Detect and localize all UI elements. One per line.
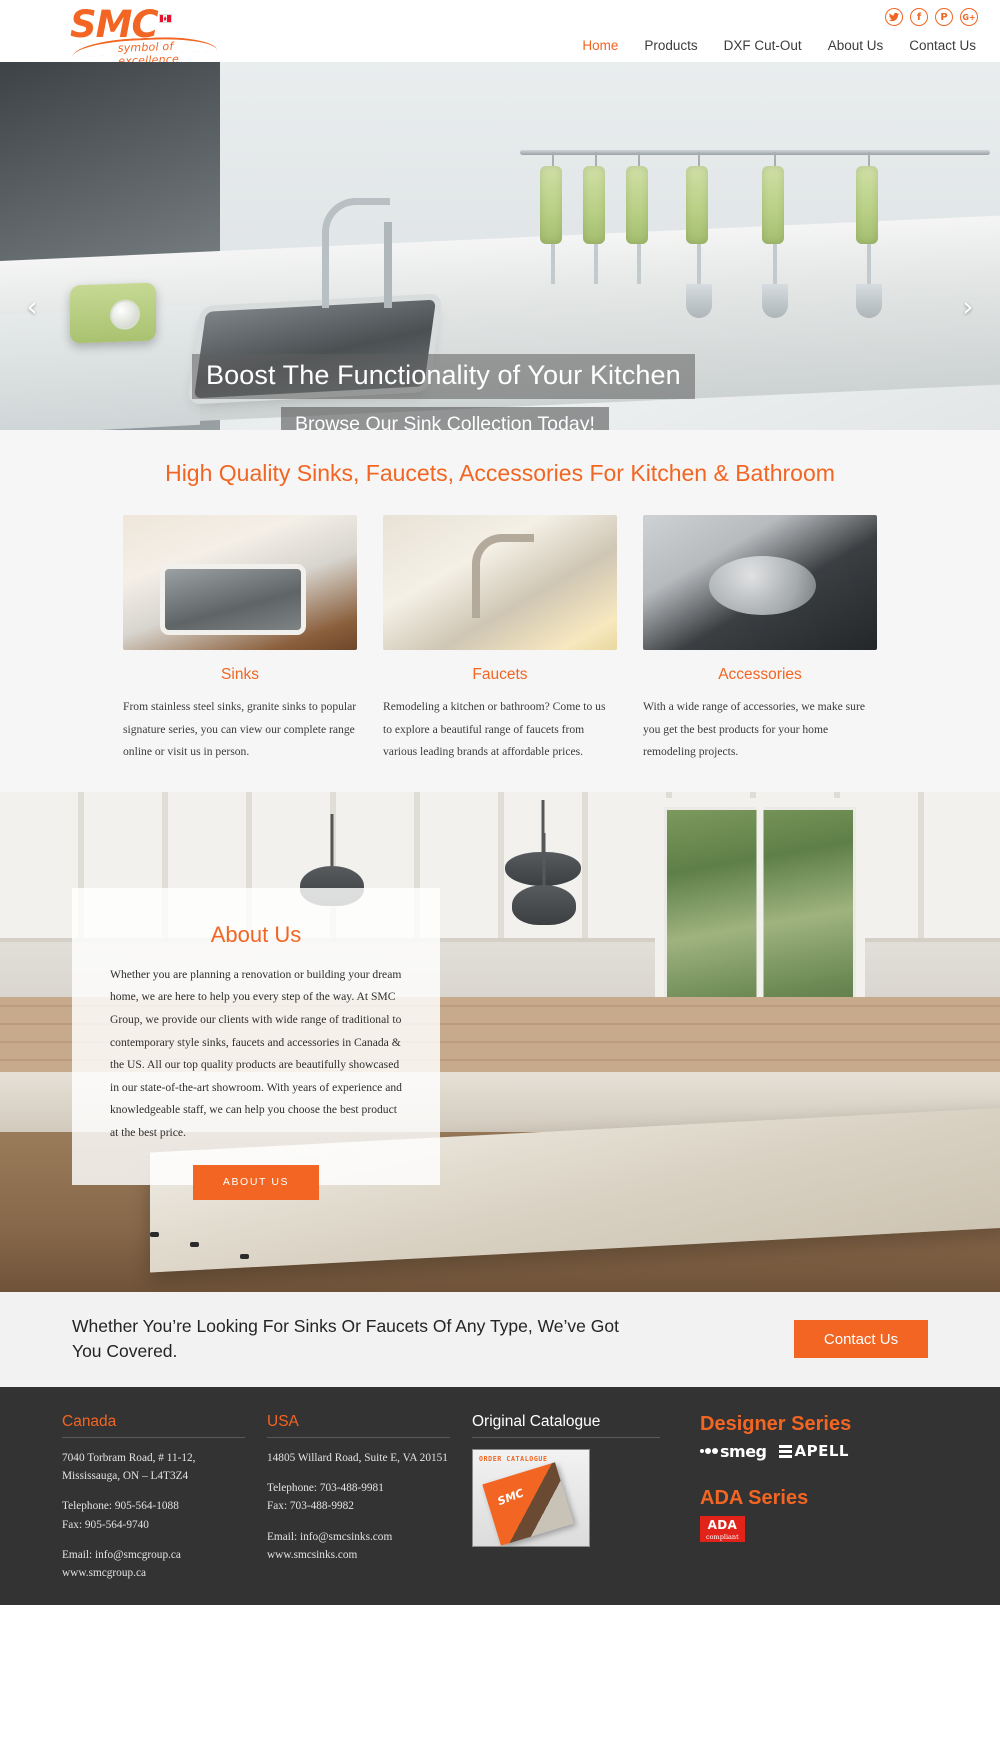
apell-logo-icon[interactable]: APELL — [778, 1442, 849, 1461]
hero-headline: Boost The Functionality of Your Kitchen — [192, 354, 695, 399]
nav-item-about-us[interactable]: About Us — [828, 38, 884, 53]
catalogue-heading: Original Catalogue — [472, 1413, 660, 1438]
products-section: High Quality Sinks, Faucets, Accessories… — [0, 430, 1000, 792]
canada-heading: Canada — [62, 1413, 245, 1438]
ada-badge-top: ADA — [707, 1517, 738, 1532]
page-root: SMC symbol of excellence f P G+ Home Pro… — [0, 0, 1000, 1750]
accessories-description: With a wide range of accessories, we mak… — [643, 700, 865, 759]
sinks-thumbnail[interactable] — [123, 515, 357, 650]
about-section: About Us Whether you are planning a reno… — [0, 791, 1000, 1292]
apell-wordmark: APELL — [794, 1442, 849, 1461]
site-logo[interactable]: SMC symbol of excellence — [70, 6, 220, 68]
contact-us-button[interactable]: Contact Us — [794, 1320, 928, 1359]
ada-badge-bottom: compliant — [706, 1532, 739, 1541]
hero-subheadline: Browse Our Sink Collection Today! — [281, 407, 609, 430]
nav-item-products[interactable]: Products — [644, 38, 697, 53]
product-card-faucets[interactable]: Faucets Remodeling a kitchen or bathroom… — [383, 515, 617, 764]
nav-item-home[interactable]: Home — [582, 38, 618, 53]
designer-brand-logos: smeg APELL — [700, 1442, 860, 1461]
usa-phone: Telephone: 703-488-9981 Fax: 703-488-998… — [267, 1482, 384, 1513]
canada-phone: Telephone: 905-564-1088 Fax: 905-564-974… — [62, 1500, 179, 1531]
about-description: Whether you are planning a renovation or… — [110, 967, 402, 1139]
footer-col-catalogue: Original Catalogue ORDER CATALOGUE SMC — [472, 1413, 682, 1605]
designer-series-heading: Designer Series — [700, 1412, 852, 1435]
google-plus-glyph: G+ — [962, 12, 976, 22]
sinks-description: From stainless steel sinks, granite sink… — [123, 700, 357, 759]
faucets-description: Remodeling a kitchen or bathroom? Come t… — [383, 700, 606, 759]
hero-carousel: ‹ › Boost The Functionality of Your Kitc… — [0, 62, 1000, 430]
nav-item-dxf-cut-out[interactable]: DXF Cut-Out — [724, 38, 802, 53]
twitter-icon[interactable] — [885, 8, 903, 26]
canada-flag-icon — [158, 14, 172, 23]
products-section-title: High Quality Sinks, Faucets, Accessories… — [165, 460, 835, 486]
product-card-sinks[interactable]: Sinks From stainless steel sinks, granit… — [123, 515, 357, 764]
apell-bars-icon — [778, 1444, 792, 1458]
canada-address: 7040 Torbram Road, # 11-12, Mississauga,… — [62, 1451, 196, 1483]
footer-col-canada: Canada 7040 Torbram Road, # 11-12, Missi… — [62, 1413, 267, 1605]
faucets-title: Faucets — [472, 666, 528, 683]
smeg-logo-icon[interactable]: smeg — [700, 1442, 767, 1461]
carousel-prev-arrow[interactable]: ‹ — [18, 293, 46, 322]
site-footer: Canada 7040 Torbram Road, # 11-12, Missi… — [0, 1386, 1000, 1605]
nav-item-contact-us[interactable]: Contact Us — [909, 38, 976, 53]
cta-text: Whether You’re Looking For Sinks Or Fauc… — [72, 1315, 619, 1362]
footer-col-brands: Designer Series smeg APELL ADA Series AD… — [682, 1413, 882, 1605]
ada-series-heading: ADA Series — [700, 1486, 809, 1509]
main-nav: Home Products DXF Cut-Out About Us Conta… — [582, 38, 976, 53]
pinterest-icon[interactable]: P — [935, 8, 953, 26]
site-header: SMC symbol of excellence f P G+ Home Pro… — [0, 0, 1000, 68]
accessories-title: Accessories — [718, 666, 802, 683]
usa-heading: USA — [267, 1413, 450, 1438]
google-plus-icon[interactable]: G+ — [960, 8, 978, 26]
footer-col-usa: USA 14805 Willard Road, Suite E, VA 2015… — [267, 1413, 472, 1605]
usa-address: 14805 Willard Road, Suite E, VA 20151 — [267, 1451, 448, 1464]
catalogue-book-brand: SMC — [495, 1486, 526, 1508]
ada-compliant-badge[interactable]: ADA compliant — [700, 1515, 745, 1543]
canada-email[interactable]: Email: info@smcgroup.ca www.smcgroup.ca — [62, 1546, 245, 1583]
smeg-dots-icon — [700, 1448, 718, 1455]
social-links: f P G+ — [885, 8, 978, 26]
about-title: About Us — [210, 921, 302, 947]
sinks-title: Sinks — [221, 666, 259, 683]
usa-email[interactable]: Email: info@smcsinks.com www.smcsinks.co… — [267, 1528, 450, 1565]
carousel-next-arrow[interactable]: › — [954, 293, 982, 322]
facebook-glyph: f — [916, 11, 922, 23]
cta-band: Whether You’re Looking For Sinks Or Fauc… — [0, 1291, 1000, 1387]
product-card-accessories[interactable]: Accessories With a wide range of accesso… — [643, 515, 877, 764]
catalogue-book-icon: SMC — [482, 1462, 574, 1546]
accessories-thumbnail[interactable] — [643, 515, 877, 650]
facebook-icon[interactable]: f — [910, 8, 928, 26]
product-card-list: Sinks From stainless steel sinks, granit… — [0, 515, 1000, 764]
catalogue-thumb-label: ORDER CATALOGUE — [479, 1454, 548, 1463]
about-panel: About Us Whether you are planning a reno… — [72, 887, 440, 1200]
pinterest-glyph: P — [940, 11, 948, 23]
smeg-wordmark: smeg — [720, 1441, 767, 1461]
faucets-thumbnail[interactable] — [383, 515, 617, 650]
about-us-button[interactable]: ABOUT US — [193, 1164, 319, 1200]
catalogue-thumbnail[interactable]: ORDER CATALOGUE SMC — [472, 1448, 590, 1547]
